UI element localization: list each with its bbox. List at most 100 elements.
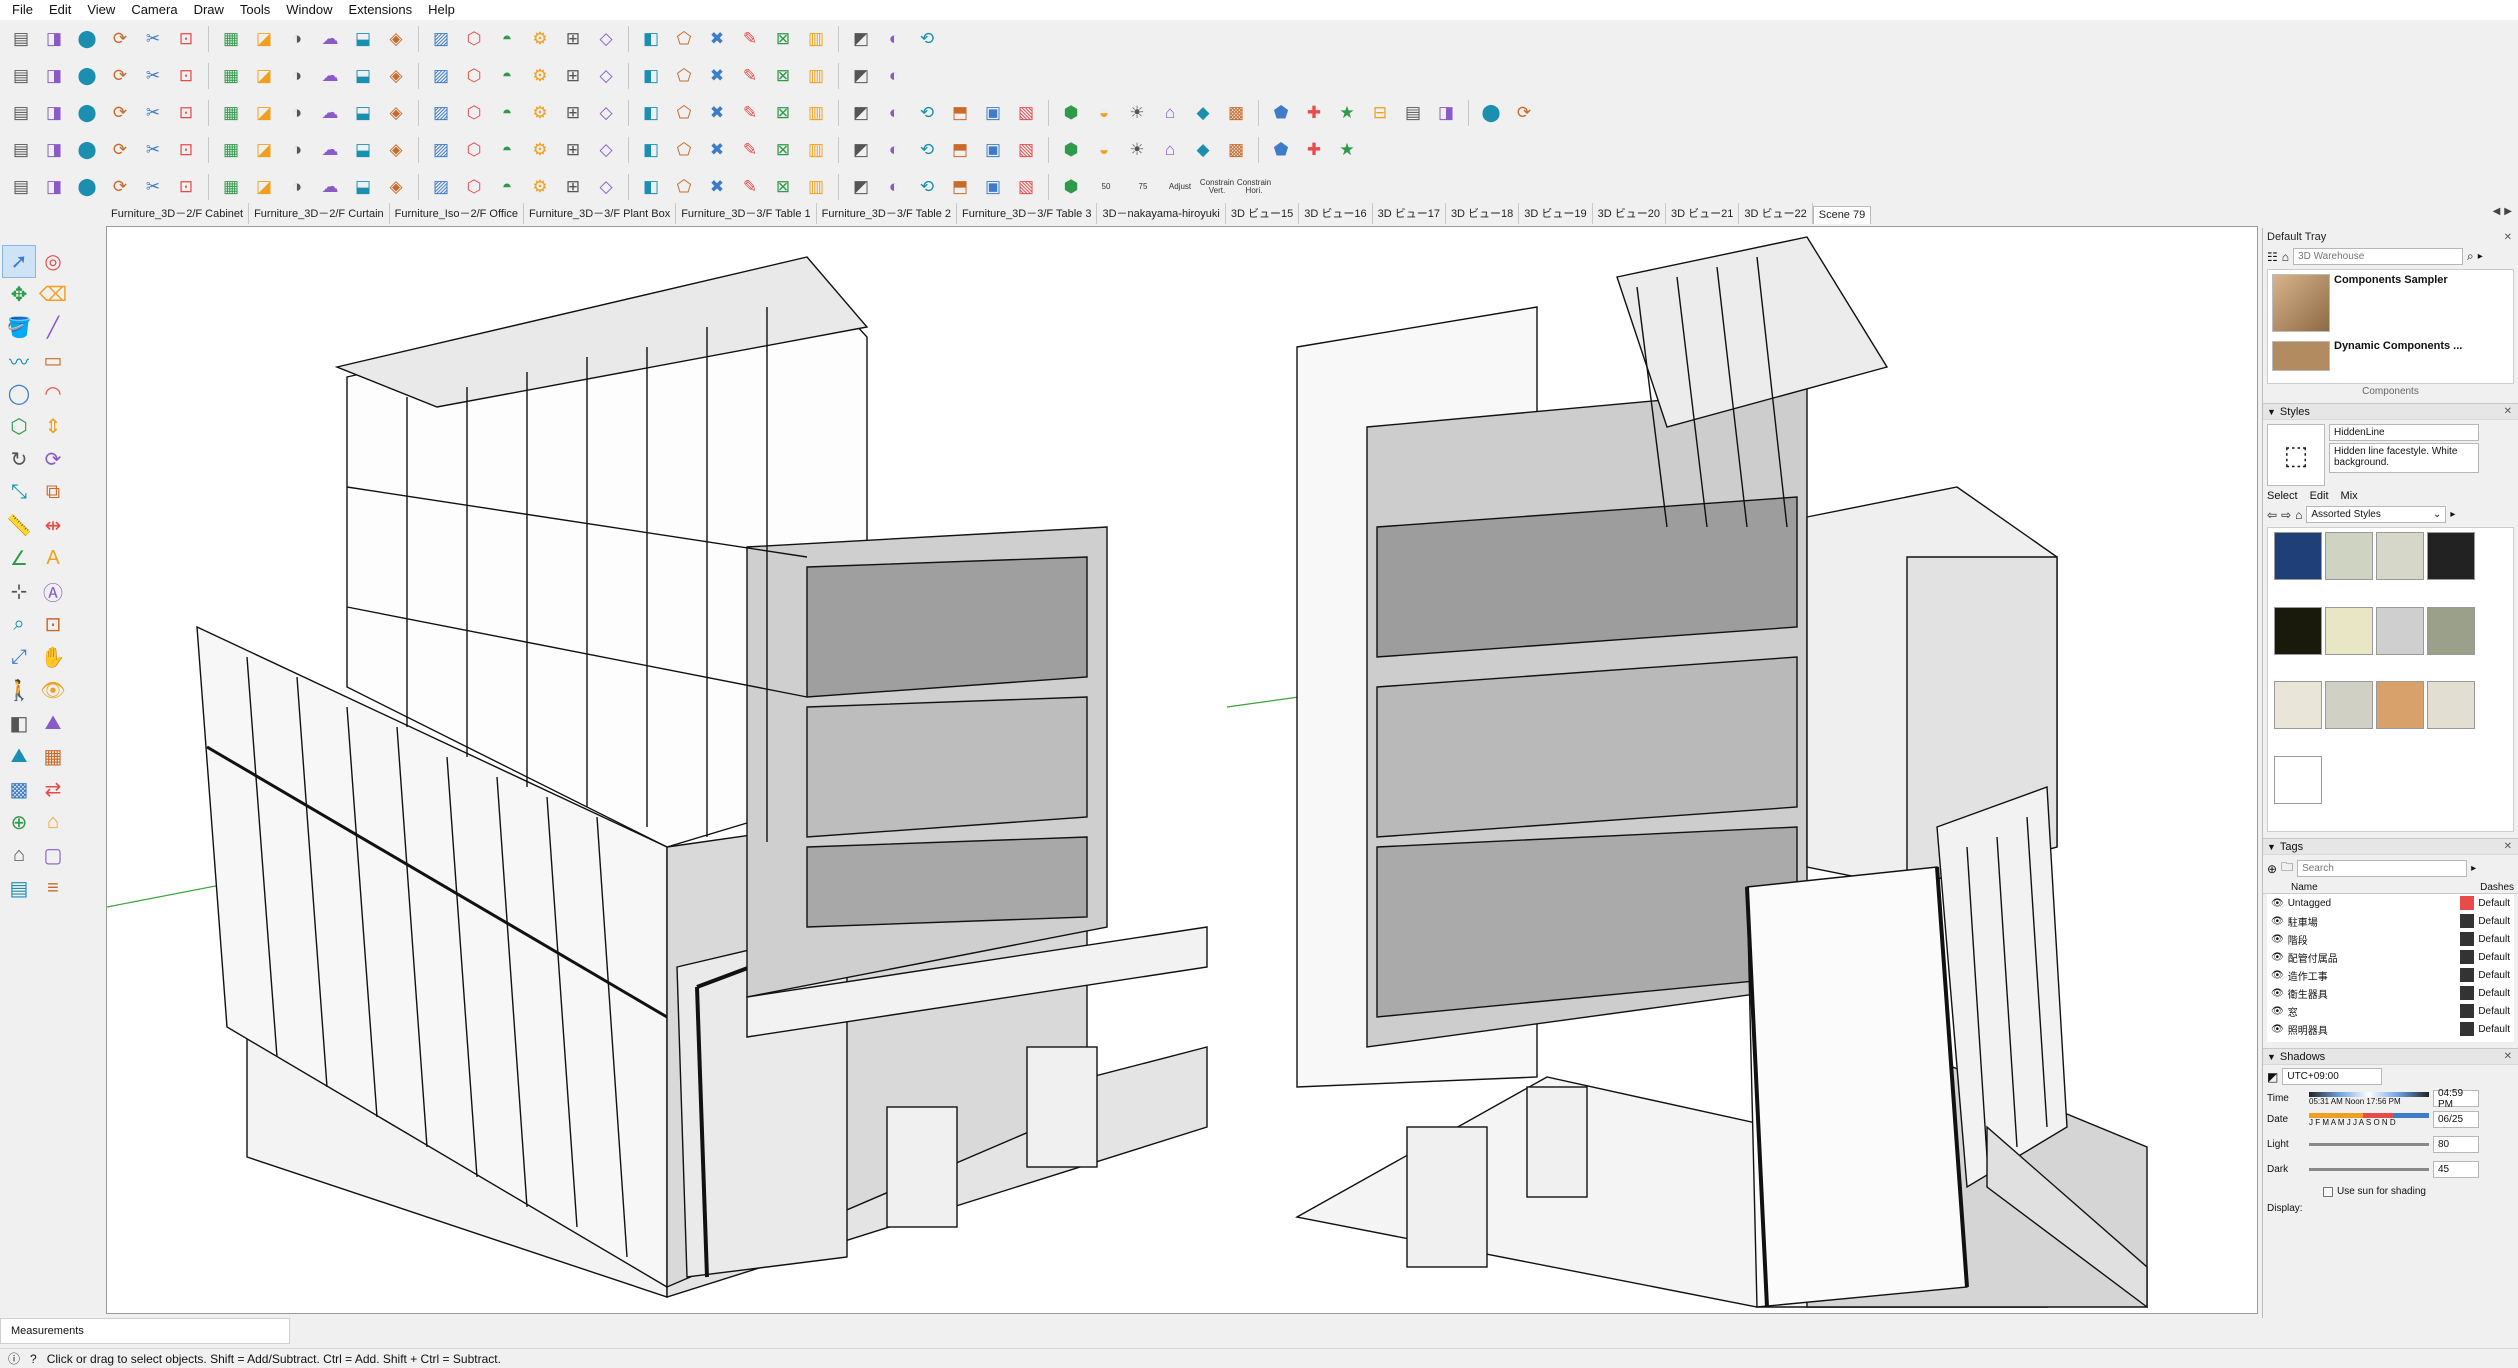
styles-panel-header[interactable]: ▼ Styles ✕ <box>2263 403 2518 420</box>
text-icon[interactable]: A <box>36 542 70 575</box>
constrain-vert-icon[interactable]: ▥ <box>801 172 831 202</box>
freehand-icon[interactable]: 〰 <box>2 344 36 377</box>
walk-icon[interactable]: 🚶 <box>2 674 36 707</box>
table-3-icon[interactable]: ⬓ <box>348 98 378 128</box>
diamond-2-icon[interactable]: ◨ <box>39 61 69 91</box>
tag-color-swatch[interactable] <box>2460 1004 2475 1018</box>
tab-edit[interactable]: Edit <box>2310 490 2329 502</box>
tag-row[interactable]: 👁 駐車場 Default <box>2267 912 2514 930</box>
tag-row[interactable]: 👁 階段 Default <box>2267 930 2514 948</box>
details-arrow-icon[interactable]: ▸ <box>2450 509 2455 520</box>
calendar-icon[interactable]: ◆ <box>1188 135 1218 165</box>
tray-close-icon[interactable]: ✕ <box>2504 232 2512 243</box>
model-viewport[interactable] <box>106 226 2258 1314</box>
box-icon[interactable]: ▢ <box>36 839 70 872</box>
tag-color-swatch[interactable] <box>2460 986 2475 1000</box>
menu-tools[interactable]: Tools <box>232 0 278 20</box>
question-icon[interactable]: ✎ <box>735 61 765 91</box>
grid-green-icon[interactable]: ▩ <box>1221 98 1251 128</box>
visibility-eye-icon[interactable]: 👁 <box>2271 898 2284 909</box>
hand-icon[interactable]: ▨ <box>426 172 456 202</box>
constrain-hori-icon[interactable]: ◩ <box>846 172 876 202</box>
tag-dashes[interactable]: Default <box>2478 988 2510 999</box>
dash-line-icon[interactable]: ◓ <box>492 172 522 202</box>
select-icon[interactable]: ▤ <box>6 24 36 54</box>
blue-plate-icon[interactable]: ◨ <box>39 98 69 128</box>
box-outline-2-icon[interactable]: ⬒ <box>945 172 975 202</box>
window-icon[interactable]: ◩ <box>846 24 876 54</box>
shield-icon[interactable]: ⬓ <box>348 61 378 91</box>
scene-tab[interactable]: 3D ビュー21 <box>1666 203 1740 224</box>
cube-stack-icon[interactable]: ◓ <box>492 24 522 54</box>
tag-dashes[interactable]: Default <box>2478 898 2510 909</box>
contrast-icon[interactable]: ⊞ <box>558 24 588 54</box>
gear-icon[interactable]: ◨ <box>39 172 69 202</box>
style-collection-select[interactable]: Assorted Styles ⌄ <box>2306 506 2447 523</box>
add-tag-icon[interactable]: ⊕ <box>2267 862 2277 876</box>
make-group-icon[interactable]: ⬤ <box>72 24 102 54</box>
green-slab-icon[interactable]: ◩ <box>846 61 876 91</box>
square-3-icon[interactable]: ✖ <box>702 135 732 165</box>
pencil-icon[interactable]: ✂ <box>138 135 168 165</box>
scene-tab[interactable]: Scene 79 <box>1812 206 1872 224</box>
gear-2-icon[interactable]: ◐ <box>879 98 909 128</box>
green-arrow-icon[interactable]: ◐ <box>879 61 909 91</box>
paint-icon[interactable]: ◈ <box>381 61 411 91</box>
tag-search-input[interactable]: Search <box>2297 860 2468 877</box>
ring-red-icon[interactable]: ⬢ <box>1056 98 1086 128</box>
scene-tab[interactable]: Furniture_3D－3/F Table 1 <box>676 203 817 224</box>
pan-icon[interactable]: ✋ <box>36 641 70 674</box>
cube-green-icon[interactable]: ◓ <box>492 61 522 91</box>
tag-color-swatch[interactable] <box>2460 896 2475 910</box>
sandbox-icon[interactable]: ⛰ <box>36 707 70 740</box>
style-swatch[interactable] <box>2325 681 2373 729</box>
hex-3-icon[interactable]: ◇ <box>591 172 621 202</box>
section-plane-icon[interactable]: ◧ <box>2 707 36 740</box>
cloud-icon[interactable]: ⚙ <box>525 24 555 54</box>
curl-icon[interactable]: ▦ <box>216 98 246 128</box>
distribute-icon[interactable]: ▦ <box>216 24 246 54</box>
paint-bucket-icon[interactable]: ⊡ <box>171 135 201 165</box>
compass-icon[interactable]: ◑ <box>282 61 312 91</box>
move-icon[interactable]: ✥ <box>2 278 36 311</box>
paint-bucket-icon[interactable]: 🪣 <box>2 311 36 344</box>
eye-blue-icon[interactable]: ◪ <box>249 172 279 202</box>
sun-icon[interactable]: ◐ <box>879 135 909 165</box>
count-50-icon[interactable]: ✂ <box>138 172 168 202</box>
light-field[interactable]: 80 <box>2433 1136 2479 1153</box>
stairs-icon[interactable]: ≡ <box>36 872 70 905</box>
count-75-icon[interactable]: ⊡ <box>171 172 201 202</box>
grid-green-3-icon[interactable]: ✚ <box>1299 98 1329 128</box>
menu-edit[interactable]: Edit <box>41 0 79 20</box>
dash-circle-icon[interactable]: ⬤ <box>1476 98 1506 128</box>
axes-icon[interactable]: ⊹ <box>2 575 36 608</box>
folder-open-icon[interactable]: ▤ <box>6 172 36 202</box>
curve-icon[interactable]: ◇ <box>591 61 621 91</box>
rainbow-icon[interactable]: ▧ <box>1011 98 1041 128</box>
trash-icon[interactable]: ⬒ <box>945 98 975 128</box>
grid-blue-icon[interactable]: ⬠ <box>669 98 699 128</box>
hatch-2-icon[interactable]: ☁ <box>315 172 345 202</box>
back-icon[interactable]: ⇦ <box>2267 508 2277 522</box>
details-arrow-icon[interactable]: ▸ <box>2471 863 2476 874</box>
scissors-2-icon[interactable]: ◧ <box>636 135 666 165</box>
align-left-icon[interactable]: ⟳ <box>105 24 135 54</box>
pencil-red-icon[interactable]: ◐ <box>879 24 909 54</box>
plus-green-icon[interactable]: ◇ <box>591 98 621 128</box>
grid-green-2-icon[interactable]: ⬟ <box>1266 98 1296 128</box>
visibility-eye-icon[interactable]: 👁 <box>2271 1006 2284 1017</box>
print-icon[interactable]: ⌂ <box>1155 135 1185 165</box>
box-orange-icon[interactable]: ☁ <box>315 98 345 128</box>
hex-4-icon[interactable]: ◧ <box>636 172 666 202</box>
dimension-icon[interactable]: ⇹ <box>36 509 70 542</box>
tag-color-swatch[interactable] <box>2460 914 2475 928</box>
tag-color-swatch[interactable] <box>2460 1022 2475 1036</box>
line-icon[interactable]: ╱ <box>36 311 70 344</box>
scene-tab[interactable]: Furniture_3D－3/F Table 3 <box>957 203 1098 224</box>
scene-tab[interactable]: 3D ビュー19 <box>1519 203 1593 224</box>
style-swatch[interactable] <box>2376 532 2424 580</box>
leaf-icon[interactable]: ◒ <box>1089 135 1119 165</box>
scissors-icon[interactable]: ◑ <box>282 135 312 165</box>
align-center-icon[interactable]: ✂ <box>138 24 168 54</box>
arrows-icon[interactable]: ⊠ <box>768 24 798 54</box>
